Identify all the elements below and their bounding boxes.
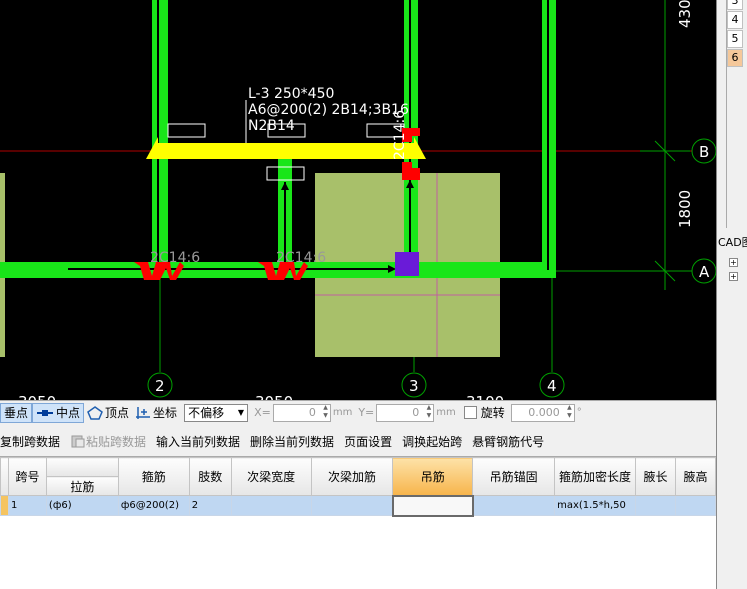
- hanger-label-1: 2C14:6: [150, 250, 200, 266]
- y-coordinate-input[interactable]: 0: [376, 403, 435, 422]
- hanger-label-2: 2C14:6: [276, 250, 326, 266]
- cad-tree-label: CAD图: [718, 236, 747, 249]
- rotate-checkbox[interactable]: [463, 406, 477, 419]
- dim-bottom-2: 3050: [255, 393, 293, 400]
- offset-mode-select[interactable]: 不偏移 ▼: [184, 403, 249, 422]
- snapbar-item-label: 顶点: [105, 406, 130, 420]
- rotate-label: 旋转: [480, 406, 505, 420]
- column-header-group: [45, 457, 119, 477]
- snap-midpoint-button[interactable]: 中点: [32, 402, 85, 423]
- x-label: X=: [254, 406, 271, 419]
- snapbar-item-label: 坐标: [153, 406, 178, 420]
- row-number-selected[interactable]: 6: [727, 49, 743, 67]
- degree-unit: °: [576, 407, 582, 418]
- snapbar-item-label: 中点: [56, 406, 81, 420]
- dim-bottom-3: 3100: [466, 393, 504, 400]
- column-marker[interactable]: [395, 252, 419, 276]
- axis-bubble-2: 2: [147, 372, 173, 398]
- snap-toolbar: 垂点 中点 顶点 坐标 不偏移 ▼ X= 0 mm Y= 0 mm 旋转 0.0…: [0, 400, 716, 424]
- table-cell[interactable]: [635, 495, 676, 516]
- delete-column-button[interactable]: 删除当前列数据: [245, 433, 339, 450]
- column-header[interactable]: 跨号: [7, 457, 47, 496]
- table-cell-editing[interactable]: [391, 494, 474, 517]
- snapbar-item-label: 垂点: [4, 406, 29, 420]
- cad-canvas[interactable]: L-3 250*450 A6@200(2) 2B14;3B16 N2B14 2C…: [0, 0, 716, 400]
- beam-label-line3: N2B14: [248, 118, 295, 134]
- row-marker: [0, 495, 9, 516]
- table-cell[interactable]: (ф6): [45, 495, 119, 516]
- y-unit: mm: [436, 407, 456, 418]
- table-cell[interactable]: [472, 495, 556, 516]
- tree-expand-icon[interactable]: +: [729, 272, 738, 281]
- right-side-panel: 3 4 5 6 CAD图 + +: [716, 0, 747, 589]
- axis-bubble-a: A: [691, 258, 716, 284]
- svg-text:B: B: [699, 143, 709, 161]
- hanger-label-vertical: 2C14:6: [392, 110, 408, 160]
- paste-span-button[interactable]: 粘贴跨数据: [65, 433, 151, 450]
- cad-drawing[interactable]: L-3 250*450 A6@200(2) 2B14;3B16 N2B14 2C…: [0, 0, 716, 400]
- snap-perpendicular-button[interactable]: 垂点: [0, 402, 33, 423]
- y-label: Y=: [358, 406, 375, 419]
- svg-text:3: 3: [409, 377, 419, 395]
- row-number[interactable]: 3: [727, 0, 743, 10]
- dim-vertical-top: 4300: [676, 0, 694, 28]
- column-header[interactable]: 肢数: [188, 457, 232, 496]
- column-header[interactable]: 次梁宽度: [230, 457, 312, 496]
- svg-text:A: A: [699, 263, 710, 281]
- x-unit: mm: [332, 407, 353, 418]
- input-column-button[interactable]: 输入当前列数据: [151, 433, 245, 450]
- paste-span-label: 粘贴跨数据: [86, 434, 147, 449]
- row-header-corner: [0, 457, 9, 496]
- row-number[interactable]: 5: [727, 30, 743, 48]
- span-row-list: 3 4 5 6: [726, 0, 747, 228]
- axis-bubble-4: 4: [539, 372, 565, 398]
- copy-span-button[interactable]: 复制跨数据: [0, 433, 65, 450]
- app-window: L-3 250*450 A6@200(2) 2B14;3B16 N2B14 2C…: [0, 0, 747, 589]
- coordinate-icon: [136, 406, 151, 419]
- column-header[interactable]: 腋长: [635, 457, 676, 496]
- axis-bubble-b: B: [691, 138, 716, 164]
- span-toolbar: 复制跨数据 粘贴跨数据 输入当前列数据 删除当前列数据 页面设置 调换起始跨 悬…: [0, 428, 716, 454]
- table-cell[interactable]: [674, 495, 717, 516]
- beam-label-line2: A6@200(2) 2B14;3B16: [248, 102, 409, 118]
- svg-text:2: 2: [155, 377, 165, 395]
- svg-text:4: 4: [547, 377, 557, 395]
- swap-start-span-button[interactable]: 调换起始跨: [397, 433, 467, 450]
- vertex-icon: [87, 405, 103, 420]
- beam-label-line1: L-3 250*450: [248, 86, 334, 102]
- rotate-angle-input[interactable]: 0.000: [510, 403, 575, 422]
- table-cell[interactable]: ф6@200(2): [117, 495, 190, 516]
- dim-vertical-mid: 1800: [676, 190, 694, 228]
- beam-axis-2[interactable]: [152, 0, 168, 278]
- table-cell[interactable]: 2: [188, 495, 232, 516]
- span-table: 跨号 箍筋 肢数 次梁宽度 次梁加筋 吊筋 吊筋锚固 箍筋加密长度 腋长 腋高 …: [0, 457, 717, 517]
- table-cell[interactable]: [230, 495, 312, 516]
- table-row[interactable]: 1 (ф6) ф6@200(2) 2 max(1.5*h,50: [0, 494, 717, 517]
- paste-icon: [71, 435, 85, 448]
- offset-mode-value: 不偏移: [188, 406, 225, 420]
- midpoint-icon: [37, 409, 54, 416]
- snap-coordinate-button[interactable]: 坐标: [132, 403, 180, 423]
- table-cell[interactable]: max(1.5*h,50: [554, 495, 637, 516]
- column-header-active[interactable]: 吊筋: [392, 457, 474, 496]
- page-setup-button[interactable]: 页面设置: [339, 433, 397, 450]
- table-cell[interactable]: [310, 495, 394, 516]
- span-data-grid: 跨号 箍筋 肢数 次梁宽度 次梁加筋 吊筋 吊筋锚固 箍筋加密长度 腋长 腋高 …: [0, 456, 717, 589]
- column-header[interactable]: 拉筋: [45, 476, 119, 496]
- row-number[interactable]: 4: [727, 11, 743, 29]
- cantilever-code-button[interactable]: 悬臂钢筋代号: [467, 433, 549, 450]
- snap-vertex-button[interactable]: 顶点: [84, 403, 132, 423]
- column-header[interactable]: 箍筋加密长度: [554, 457, 637, 496]
- table-cell[interactable]: 1: [7, 495, 47, 516]
- x-coordinate-input[interactable]: 0: [272, 403, 331, 422]
- column-header[interactable]: 箍筋: [117, 457, 190, 496]
- column-header[interactable]: 吊筋锚固: [472, 457, 556, 496]
- column-header[interactable]: 次梁加筋: [310, 457, 394, 496]
- column-header[interactable]: 腋高: [674, 457, 717, 496]
- axis-bubble-3: 3: [401, 372, 427, 398]
- chevron-down-icon: ▼: [237, 408, 245, 417]
- dim-bottom-1: 3050: [18, 393, 56, 400]
- tree-expand-icon[interactable]: +: [729, 258, 738, 267]
- selected-beam-l3[interactable]: [158, 143, 414, 159]
